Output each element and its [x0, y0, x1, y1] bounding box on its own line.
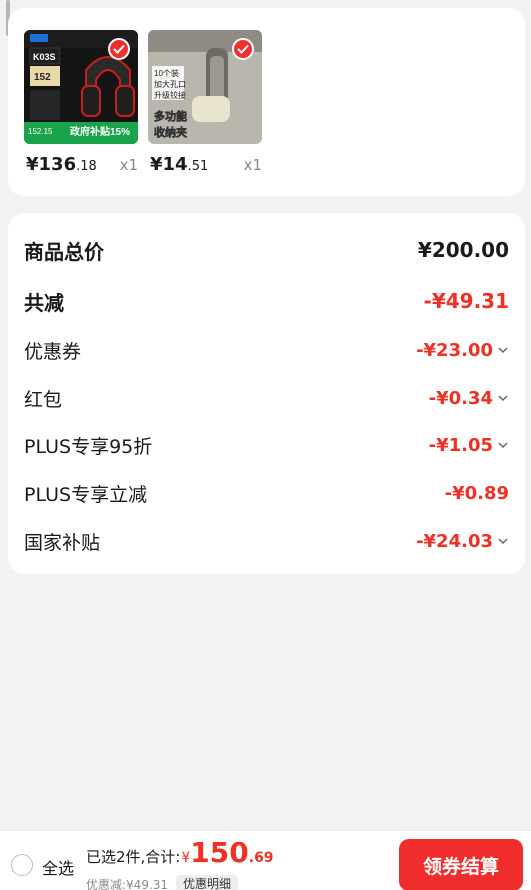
total-amount-int: 150 [190, 836, 249, 869]
total-line: 已选2件,合计: ¥ 150 .69 [86, 839, 274, 867]
discount-detail-button[interactable]: 优惠明细 [176, 875, 239, 890]
subsidy-value[interactable]: -¥24.03 [416, 531, 509, 552]
redpacket-value[interactable]: -¥0.34 [429, 388, 509, 409]
summary-row-redpacket[interactable]: 红包 -¥0.34 [24, 383, 509, 413]
plusreduce-value: -¥0.89 [444, 482, 509, 504]
image-text-feature-1: 加大孔口 [154, 79, 186, 89]
summary-row-coupon[interactable]: 优惠券 -¥23.00 [24, 335, 509, 365]
product-quantity: x1 [243, 156, 262, 174]
image-text-model: K03S [33, 52, 56, 62]
plusreduce-label: PLUS专享立减 [24, 483, 148, 506]
check-icon[interactable] [108, 38, 130, 60]
redpacket-label: 红包 [24, 388, 63, 411]
image-text-subsidy-price: 152.15 [28, 127, 53, 136]
image-text-count: 10个装 [154, 68, 179, 78]
plus95-value[interactable]: -¥1.05 [429, 435, 509, 456]
discount-line: 优惠减:¥49.31 优惠明细 [86, 875, 239, 890]
image-text-subsidy: 政府补贴15% [70, 125, 130, 138]
checkout-button[interactable]: 领券结算 [399, 839, 523, 890]
summary-row-total: 商品总价 ¥200.00 [24, 235, 509, 265]
discount-text: 优惠减:¥49.31 [86, 877, 169, 890]
selected-products-card: K03S 152 152.15 政府补贴15% ¥136.18 x1 10个装 … [8, 8, 525, 196]
product-thumbnail-headset[interactable]: K03S 152 152.15 政府补贴15% [24, 30, 138, 144]
total-value: ¥200.00 [417, 238, 509, 262]
product-item[interactable]: 10个装 加大孔口 升级铰接 多功能 收纳夹 ¥14.51 x1 [148, 30, 262, 178]
product-price-row: ¥14.51 x1 [148, 154, 262, 178]
product-thumbnail-clips[interactable]: 10个装 加大孔口 升级铰接 多功能 收纳夹 [148, 30, 262, 144]
summary-row-subsidy[interactable]: 国家补贴 -¥24.03 [24, 526, 509, 556]
select-all-label[interactable]: 全选 [42, 855, 74, 879]
total-amount-dec: .69 [248, 850, 274, 866]
coupon-label: 优惠券 [24, 340, 82, 363]
plus95-label: PLUS专享95折 [24, 435, 153, 458]
image-text-feature-2: 升级铰接 [154, 90, 186, 100]
summary-row-plus95[interactable]: PLUS专享95折 -¥1.05 [24, 430, 509, 460]
price-summary-card: 商品总价 ¥200.00 共减 -¥49.31 优惠券 -¥23.00 红包 -… [8, 213, 525, 574]
chevron-down-icon [498, 395, 508, 402]
total-currency: ¥ [181, 850, 191, 866]
chevron-down-icon [498, 347, 508, 354]
chevron-down-icon [498, 442, 508, 449]
reduce-value: -¥49.31 [423, 289, 509, 313]
image-text-price-tag: 152 [34, 72, 51, 83]
checkout-bar: 全选 已选2件,合计: ¥ 150 .69 优惠减:¥49.31 优惠明细 领券… [0, 830, 531, 890]
chevron-down-icon [498, 538, 508, 545]
image-text-multifunction: 多功能 [154, 109, 187, 123]
product-price-row: ¥136.18 x1 [24, 154, 138, 178]
subsidy-label: 国家补贴 [24, 531, 101, 554]
product-item[interactable]: K03S 152 152.15 政府补贴15% ¥136.18 x1 [24, 30, 138, 178]
product-price: ¥136.18 [26, 154, 97, 175]
check-icon[interactable] [232, 38, 254, 60]
image-text-storage: 收纳夹 [154, 125, 187, 139]
selected-count-text: 已选2件,合计: [86, 848, 181, 866]
select-all-radio-icon[interactable] [11, 854, 33, 876]
product-price: ¥14.51 [150, 154, 209, 175]
summary-row-plusreduce: PLUS专享立减 -¥0.89 [24, 478, 509, 508]
total-label: 商品总价 [24, 239, 104, 264]
reduce-label: 共减 [24, 290, 64, 315]
product-quantity: x1 [119, 156, 138, 174]
summary-row-reduce: 共减 -¥49.31 [24, 286, 509, 316]
coupon-value[interactable]: -¥23.00 [416, 340, 509, 361]
